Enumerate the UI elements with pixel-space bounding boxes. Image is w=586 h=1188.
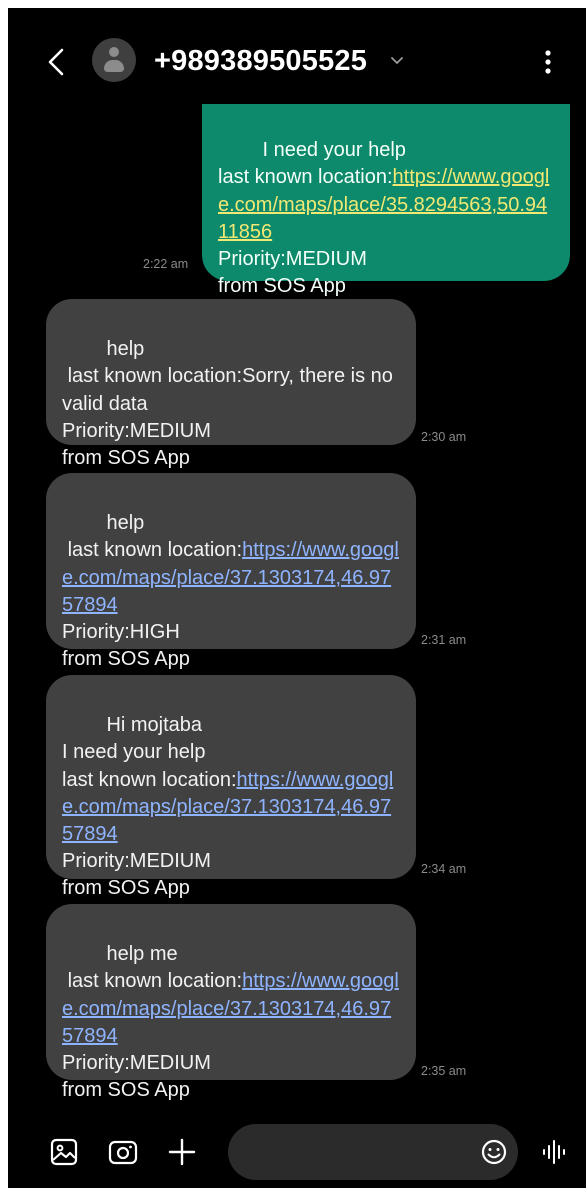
contact-avatar-icon[interactable] [92, 38, 136, 82]
message-text: Priority:MEDIUM from SOS App [218, 248, 367, 298]
message-bubble[interactable]: Hi mojtaba I need your help last known l… [46, 675, 416, 897]
message-input[interactable] [228, 1124, 518, 1180]
camera-icon [108, 1140, 138, 1165]
message-text: help last known location: [67, 512, 243, 562]
message-bubble[interactable]: help last known location:https://www.goo… [46, 473, 416, 668]
message-timestamp: 2:30 am [421, 430, 467, 444]
message-bubble[interactable]: help me last known location:https://www.… [46, 904, 416, 1099]
emoji-button[interactable] [478, 1136, 510, 1168]
message-text: Priority:HIGH from SOS App [62, 621, 190, 671]
back-arrow-icon [48, 48, 64, 76]
voice-icon [543, 1140, 565, 1164]
add-attachment-button[interactable] [166, 1136, 198, 1168]
composer-bar [8, 1108, 586, 1188]
add-icon [168, 1138, 196, 1166]
message-text: I need your help last known location: [218, 139, 406, 189]
message-text: Priority:MEDIUM from SOS App [62, 850, 211, 900]
message-text: Priority:MEDIUM from SOS App [62, 1052, 211, 1102]
message-timestamp: 2:31 am [421, 633, 467, 647]
contact-menu-button[interactable] [388, 51, 406, 69]
gallery-button[interactable] [48, 1136, 80, 1168]
message-timestamp: 2:34 am [421, 862, 467, 876]
contact-title[interactable]: +989389505525 [154, 41, 367, 81]
gallery-icon [50, 1138, 78, 1166]
message-text: help me last known location: [67, 943, 243, 993]
chevron-down-icon [391, 57, 403, 64]
message-bubble[interactable]: help last known location:Sorry, there is… [46, 299, 416, 469]
camera-button[interactable] [107, 1136, 139, 1168]
more-vert-icon [545, 50, 551, 74]
app-header: +989389505525 [8, 8, 586, 104]
message-text: help last known location:Sorry, there is… [62, 338, 393, 470]
message-timestamp: 2:35 am [421, 1064, 467, 1078]
message-timestamp: 2:22 am [143, 257, 189, 271]
voice-input-button[interactable] [538, 1136, 570, 1168]
conversation-screen: I need your help last known location:htt… [8, 8, 586, 1188]
back-button[interactable] [42, 42, 72, 82]
more-options-button[interactable] [536, 44, 560, 80]
emoji-icon [481, 1139, 507, 1165]
message-text: Hi mojtaba I need your help last known l… [62, 714, 237, 791]
